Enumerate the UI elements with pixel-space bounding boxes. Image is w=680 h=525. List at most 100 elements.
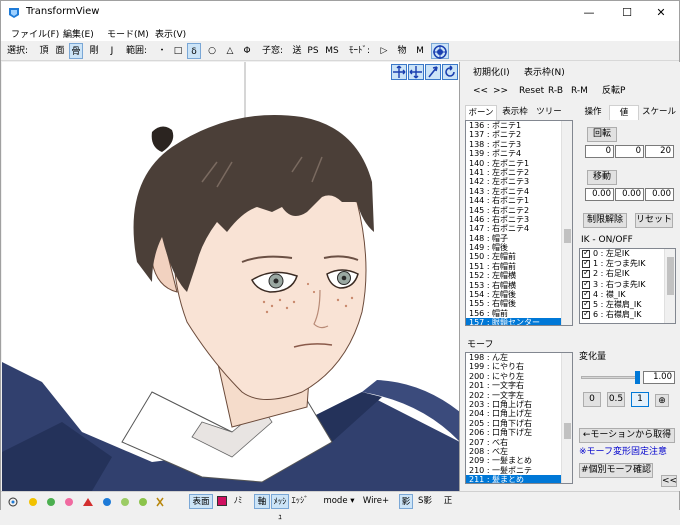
target-icon[interactable] <box>431 43 449 59</box>
morph-list-item[interactable]: 210 : 一髪ポニテ <box>466 466 572 475</box>
init-menu[interactable]: 初期化(I) <box>473 67 510 79</box>
ik-item[interactable]: 5 : 左襟肩_IK <box>580 299 675 310</box>
reset-button[interactable]: Reset <box>519 85 544 97</box>
tab-value[interactable]: 値 <box>609 105 639 120</box>
tab-scale[interactable]: スケール <box>641 105 677 120</box>
select-vertex[interactable]: 頂 <box>37 43 51 59</box>
range-delta[interactable]: δ <box>187 43 201 59</box>
bone-list-item[interactable]: 151 : 右帽前 <box>466 262 572 271</box>
menu-view[interactable]: 表示(V) <box>155 27 186 40</box>
bone-list-item[interactable]: 142 : 左ポニテ3 <box>466 177 572 186</box>
preset-05-button[interactable]: 0.5 <box>607 392 625 407</box>
rotate-x-field[interactable]: 0 <box>585 145 614 158</box>
bone-list-item[interactable]: 138 : ポニテ3 <box>466 140 572 149</box>
child-send[interactable]: 送 <box>290 43 304 59</box>
get-from-motion-button[interactable]: ←モーションから取得 <box>579 428 675 443</box>
child-ps[interactable]: PS <box>306 43 320 59</box>
mode-physics[interactable]: 物 <box>395 43 409 59</box>
ik-item[interactable]: 2 : 右足IK <box>580 268 675 279</box>
edge-toggle[interactable]: ｴｯｼﾞ <box>290 494 310 509</box>
mode-play[interactable]: ▷ <box>377 43 391 59</box>
menu-file[interactable]: ファイル(F) <box>11 27 59 40</box>
mode-m[interactable]: M <box>413 43 427 59</box>
move-xy-icon[interactable] <box>391 64 407 80</box>
tab-display-frame[interactable]: 表示枠 <box>499 105 531 120</box>
bone-list-item[interactable]: 149 : 帽後 <box>466 243 572 252</box>
change-slider[interactable] <box>581 371 640 384</box>
ortho-toggle[interactable]: 正 <box>441 494 455 509</box>
mode-dropdown[interactable]: mode ▾ <box>321 494 357 509</box>
bone-list-item[interactable]: 150 : 左帽前 <box>466 252 572 261</box>
bone-list-item[interactable]: 146 : 右ポニテ3 <box>466 215 572 224</box>
move-y-field[interactable]: 0.00 <box>615 188 644 201</box>
menu-edit[interactable]: 編集(E) <box>63 27 94 40</box>
ik-checkbox[interactable] <box>582 279 590 289</box>
move-z-icon[interactable] <box>425 64 441 80</box>
menu-mode[interactable]: モード(M) <box>107 27 149 40</box>
rotate-y-field[interactable]: 0 <box>615 145 644 158</box>
material-color-swatch[interactable] <box>217 496 227 506</box>
bone-list-item[interactable]: 140 : 左ポニテ1 <box>466 159 572 168</box>
bone-list-scrollbar[interactable] <box>561 121 572 325</box>
close-button[interactable]: ✕ <box>643 1 679 25</box>
collapse-panel-button[interactable]: << <box>661 475 677 487</box>
child-ms[interactable]: MS <box>325 43 339 59</box>
move-x-field[interactable]: 0.00 <box>585 188 614 201</box>
bone-list-item[interactable]: 144 : 右ポニテ1 <box>466 196 572 205</box>
tab-tree[interactable]: ツリー <box>533 105 565 120</box>
display-toggle-icons[interactable] <box>7 495 177 509</box>
move-xz-icon[interactable] <box>408 64 424 80</box>
pin-button[interactable]: ⊕ <box>655 394 669 407</box>
move-z-field[interactable]: 0.00 <box>645 188 674 201</box>
change-value-field[interactable]: 1.00 <box>643 371 675 384</box>
morph-list-item[interactable]: 209 : 一髪まとめ <box>466 456 572 465</box>
bone-list-item[interactable]: 153 : 右帽横 <box>466 281 572 290</box>
morph-list-scrollbar[interactable] <box>561 353 572 483</box>
ik-checkbox[interactable] <box>582 249 590 258</box>
morph-list-item[interactable]: 204 : 口角上げ左 <box>466 409 572 418</box>
select-rigid[interactable]: 剛 <box>87 43 101 59</box>
bone-list-item[interactable]: 157 : 眼鏡センター <box>466 318 572 325</box>
tab-operation[interactable]: 操作 <box>579 105 607 120</box>
flip-pose-button[interactable]: 反転P <box>602 85 625 97</box>
limit-release-button[interactable]: 制限解除 <box>583 213 627 228</box>
ik-item[interactable]: 6 : 右襟肩_IK <box>580 309 675 320</box>
move-label-button[interactable]: 移動 <box>587 170 617 185</box>
range-circle[interactable]: ○ <box>205 43 219 59</box>
morph-list[interactable]: 198 : ん左 199 : にやり右 200 : にやり左 201 : 一文字右 20… <box>465 352 573 484</box>
ik-item[interactable]: 1 : 左つま先IK <box>580 258 675 269</box>
rotate-icon[interactable] <box>442 64 458 80</box>
wire-toggle[interactable]: Wire+ <box>361 494 391 509</box>
ik-checkbox[interactable] <box>582 299 590 309</box>
ik-item[interactable]: 0 : 左足IK <box>580 249 675 259</box>
bone-list[interactable]: 136 : ポニテ1 137 : ポニテ2 138 : ポニテ3 139 : ポニテ4… <box>465 120 573 326</box>
bone-list-item[interactable]: 136 : ポニテ1 <box>466 121 572 130</box>
ik-checkbox[interactable] <box>582 258 590 268</box>
rm-button[interactable]: R-M <box>571 85 588 97</box>
bone-list-item[interactable]: 147 : 右ポニテ4 <box>466 224 572 233</box>
ik-list-scrollbar[interactable] <box>664 249 675 323</box>
nomi-toggle[interactable]: ﾉﾐ <box>231 494 245 509</box>
select-face[interactable]: 面 <box>53 43 67 59</box>
morph-list-item[interactable]: 198 : ん左 <box>466 353 572 362</box>
rotate-z-field[interactable]: 20 <box>645 145 674 158</box>
maximize-button[interactable]: ☐ <box>609 1 645 25</box>
individual-morph-button[interactable]: #個別モーフ確認 <box>579 463 653 478</box>
bone-list-item[interactable]: 139 : ポニテ4 <box>466 149 572 158</box>
ik-checkbox[interactable] <box>582 268 590 279</box>
select-joint[interactable]: J <box>105 43 119 59</box>
morph-list-item[interactable]: 207 : べ右 <box>466 438 572 447</box>
range-triangle[interactable]: △ <box>223 43 237 59</box>
bone-list-item[interactable]: 143 : 左ポニテ4 <box>466 187 572 196</box>
rotate-label-button[interactable]: 回転 <box>587 127 617 142</box>
morph-list-item[interactable]: 200 : にやり左 <box>466 372 572 381</box>
mesh-toggle[interactable]: ﾒｯｼｭ <box>271 494 289 522</box>
morph-list-item[interactable]: 201 : 一文字右 <box>466 381 572 390</box>
ik-list[interactable]: 0 : 左足IK1 : 左つま先IK2 : 右足IK3 : 右つま先IK4 : … <box>579 248 676 324</box>
preset-0-button[interactable]: 0 <box>583 392 601 407</box>
3d-viewport[interactable] <box>2 62 460 491</box>
ik-checkbox[interactable] <box>582 309 590 319</box>
minimize-button[interactable]: — <box>571 1 607 25</box>
ik-checkbox[interactable] <box>582 289 590 299</box>
bone-list-item[interactable]: 156 : 帽前 <box>466 309 572 318</box>
